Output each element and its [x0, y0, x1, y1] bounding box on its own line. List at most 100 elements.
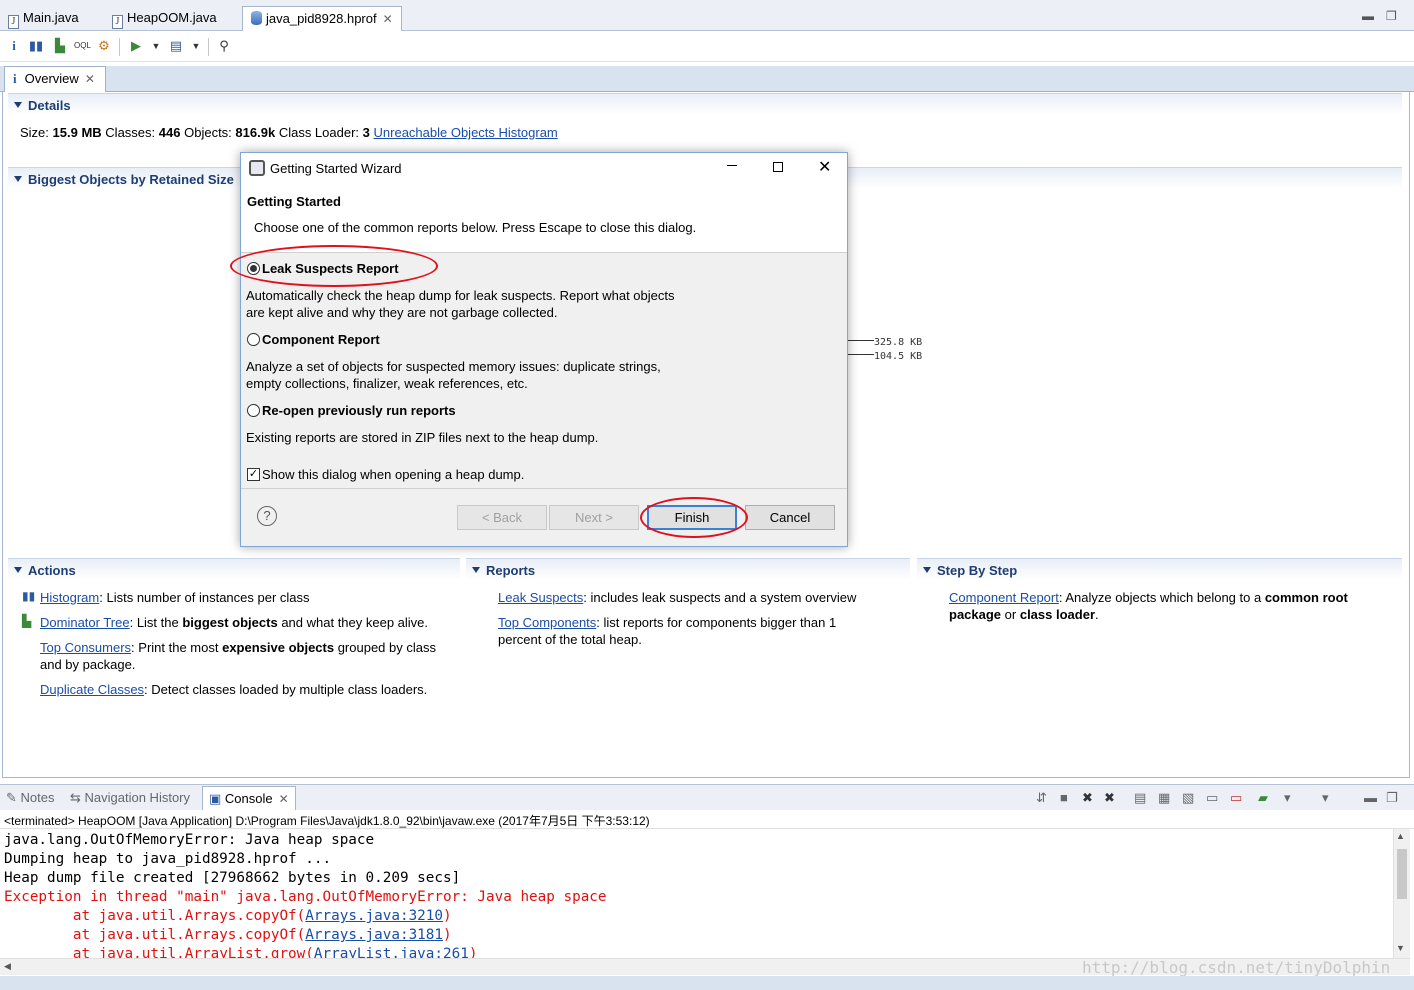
highlight-ellipse	[640, 497, 748, 538]
step-component-report-line2: package or class loader.	[949, 607, 1099, 622]
stop-icon[interactable]: ■	[1060, 790, 1068, 805]
clear-console-icon[interactable]: ▤	[1134, 790, 1146, 806]
action-dominator-tree: Dominator Tree: List the biggest objects…	[40, 615, 429, 630]
query-browser-icon[interactable]: ▤	[168, 38, 184, 54]
show-dialog-label[interactable]: Show this dialog when opening a heap dum…	[262, 466, 524, 483]
actions-section-header[interactable]: Actions	[8, 558, 460, 580]
action-histogram: Histogram: Lists number of instances per…	[40, 590, 310, 605]
report-top-components-line2: percent of the total heap.	[498, 632, 642, 647]
dialog-heading: Getting Started	[247, 194, 341, 209]
word-wrap-icon[interactable]: ▧	[1182, 790, 1194, 806]
pin-console-icon[interactable]: ▰	[1258, 790, 1268, 806]
collapse-icon	[923, 567, 931, 573]
leak-suspects-desc-line2: are kept alive and why they are not garb…	[246, 305, 558, 320]
source-link[interactable]: ArrayList.java:261	[314, 946, 469, 958]
tab-heapoom-java[interactable]: J HeapOOM.java	[104, 6, 225, 31]
maximize-icon[interactable]	[773, 162, 783, 172]
close-icon[interactable]: ✕	[279, 792, 289, 806]
histogram-link[interactable]: Histogram	[40, 590, 99, 605]
collapse-icon	[472, 567, 480, 573]
search-icon[interactable]: ⚲	[216, 38, 232, 54]
leak-suspects-link[interactable]: Leak Suspects	[498, 590, 583, 605]
unreachable-histogram-link[interactable]: Unreachable Objects Histogram	[374, 125, 558, 140]
chevron-left-icon[interactable]: ◀	[4, 961, 11, 972]
chevron-down-icon[interactable]: ▼	[188, 38, 204, 54]
reports-section-header[interactable]: Reports	[466, 558, 910, 580]
close-icon[interactable]: ✕	[383, 12, 393, 26]
source-link[interactable]: Arrays.java:3181	[305, 927, 443, 943]
retained-size-label: 104.5 KB	[874, 351, 923, 362]
remove-all-icon[interactable]: ✖	[1104, 790, 1115, 806]
stack-trace-line: at java.util.ArrayList.grow(ArrayList.ja…	[4, 945, 1393, 958]
show-dialog-checkbox[interactable]: ✓	[247, 468, 260, 481]
histogram-icon[interactable]: ▮▮	[28, 38, 44, 54]
dominator-tree-icon[interactable]: ▙	[52, 38, 68, 54]
component-report-desc: Analyze a set of objects for suspected m…	[246, 359, 661, 374]
show-stderr-icon[interactable]: ▭	[1230, 790, 1242, 806]
source-link[interactable]: Arrays.java:3210	[305, 908, 443, 924]
editor-tab-bar: J Main.java J HeapOOM.java java_pid8928.hp…	[0, 0, 1414, 31]
component-report-label[interactable]: Component Report	[262, 331, 380, 348]
tab-hprof[interactable]: java_pid8928.hprof ✕	[242, 6, 402, 31]
display-console-icon[interactable]: ▾	[1284, 790, 1291, 806]
tab-overview[interactable]: i Overview ✕	[4, 66, 106, 92]
chevron-up-icon[interactable]: ▲	[1396, 831, 1405, 841]
component-report-link[interactable]: Component Report	[949, 590, 1059, 605]
close-icon[interactable]: ✕	[818, 157, 831, 177]
pin-icon[interactable]: ⇵	[1036, 790, 1047, 806]
scroll-lock-icon[interactable]: ▦	[1158, 790, 1170, 806]
reopen-reports-radio[interactable]	[247, 404, 260, 417]
tab-notes[interactable]: ✎ Notes	[6, 790, 54, 806]
collapse-icon	[14, 102, 22, 108]
java-file-icon: J	[112, 15, 123, 29]
overview-tab-bar	[0, 66, 1414, 92]
info-icon[interactable]: i	[6, 38, 22, 54]
vertical-scrollbar[interactable]: ▲ ▼	[1393, 829, 1410, 958]
tab-console[interactable]: ▣ Console ✕	[202, 786, 296, 811]
tab-navigation-history[interactable]: ⇆ Navigation History	[70, 790, 190, 806]
action-duplicate-classes: Duplicate Classes: Detect classes loaded…	[40, 682, 428, 697]
remove-launch-icon[interactable]: ✖	[1082, 790, 1093, 806]
notes-icon: ✎	[6, 790, 21, 805]
maximize-icon[interactable]: ❐	[1386, 790, 1398, 806]
maximize-icon[interactable]: ❐	[1386, 9, 1397, 23]
report-top-components: Top Components: list reports for compone…	[498, 615, 837, 630]
top-components-link[interactable]: Top Components	[498, 615, 596, 630]
component-report-radio[interactable]	[247, 333, 260, 346]
report-leak-suspects: Leak Suspects: includes leak suspects an…	[498, 590, 857, 605]
back-button[interactable]: < Back	[457, 505, 547, 530]
heap-dump-icon	[251, 11, 262, 25]
scrollbar-thumb[interactable]	[1397, 849, 1407, 899]
run-report-icon[interactable]: ▶	[128, 38, 144, 54]
chevron-down-icon[interactable]: ▼	[1396, 943, 1405, 953]
reopen-reports-label[interactable]: Re-open previously run reports	[262, 402, 456, 419]
details-section-header[interactable]: Details	[8, 93, 1402, 115]
cancel-button[interactable]: Cancel	[745, 505, 835, 530]
java-file-icon: J	[8, 15, 19, 29]
oql-icon[interactable]: OQL	[74, 38, 91, 54]
help-icon[interactable]: ?	[257, 506, 277, 526]
next-button[interactable]: Next >	[549, 505, 639, 530]
console-line: Dumping heap to java_pid8928.hprof ...	[4, 851, 332, 867]
duplicate-classes-link[interactable]: Duplicate Classes	[40, 682, 144, 697]
action-top-consumers-line2: and by package.	[40, 657, 136, 672]
stack-trace-line: at java.util.Arrays.copyOf(Arrays.java:3…	[4, 908, 452, 924]
collapse-icon	[14, 567, 22, 573]
close-icon[interactable]: ✕	[85, 72, 95, 86]
console-output[interactable]: java.lang.OutOfMemoryError: Java heap sp…	[0, 829, 1393, 958]
minimize-icon[interactable]: ▬	[1362, 9, 1374, 23]
gear-icon[interactable]: ⚙	[96, 38, 112, 54]
dominator-tree-link[interactable]: Dominator Tree	[40, 615, 130, 630]
minimize-icon[interactable]: ▬	[1364, 790, 1377, 805]
dialog-subtitle: Choose one of the common reports below. …	[254, 220, 697, 235]
minimize-icon[interactable]	[727, 165, 737, 166]
step-by-step-section-header[interactable]: Step By Step	[917, 558, 1402, 580]
chevron-down-icon[interactable]: ▼	[148, 38, 164, 54]
bottom-tab-bar: ✎ Notes ⇆ Navigation History ▣ Console ✕ …	[0, 784, 1414, 811]
show-stdout-icon[interactable]: ▭	[1206, 790, 1218, 806]
info-icon: i	[13, 71, 17, 86]
open-console-icon[interactable]: ▾	[1322, 790, 1329, 806]
console-icon: ▣	[209, 791, 225, 806]
top-consumers-link[interactable]: Top Consumers	[40, 640, 131, 655]
tab-main-java[interactable]: J Main.java	[0, 6, 87, 31]
